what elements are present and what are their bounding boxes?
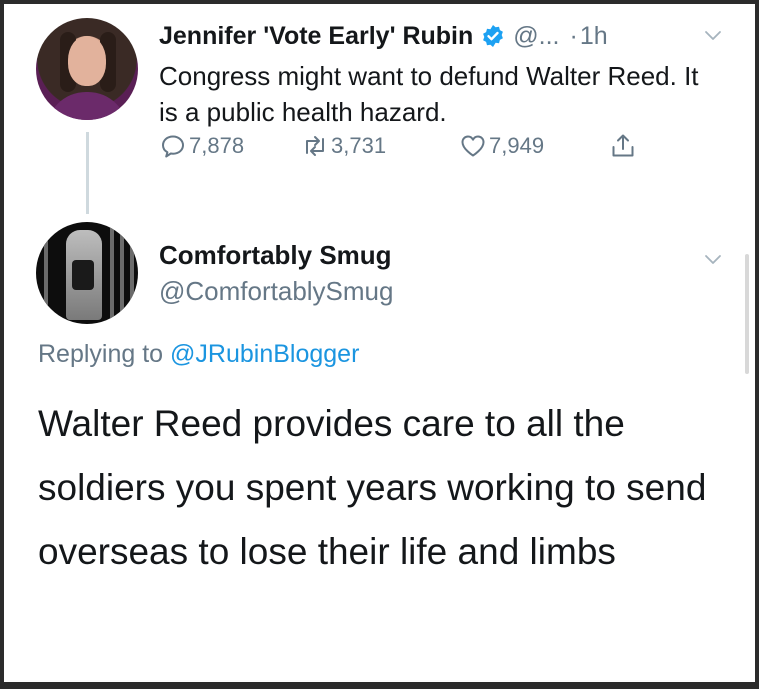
retweet-button[interactable]: 3,731: [301, 132, 386, 160]
tweet1-text: Congress might want to defund Walter Ree…: [159, 61, 699, 127]
avatar-background-stripe: [130, 222, 134, 324]
thread-connector-line: [86, 132, 89, 214]
reply-count: 7,878: [189, 133, 245, 158]
reply-icon: [162, 135, 184, 158]
retweet-icon: [306, 136, 324, 156]
comfortably-smug-avatar[interactable]: [36, 222, 138, 324]
separator-dot: ·: [569, 21, 578, 50]
tweet1-header: Jennifer 'Vote Early' Rubin @... · 1h: [159, 20, 608, 52]
tweet1-author-handle[interactable]: @...: [513, 22, 559, 51]
verified-badge-icon: [483, 25, 504, 47]
tweet2-text: Walter Reed provides care to all the sol…: [38, 403, 707, 572]
avatar-background-stripe: [120, 222, 124, 324]
jennifer-rubin-avatar[interactable]: [36, 18, 138, 120]
tweet1-author-name[interactable]: Jennifer 'Vote Early' Rubin: [159, 22, 473, 51]
retweet-count: 3,731: [331, 133, 387, 158]
avatar-background-stripe: [44, 222, 48, 324]
avatar-shirt: [46, 92, 128, 120]
replying-to-line: Replying to @JRubinBlogger: [38, 340, 359, 369]
reply-button[interactable]: 7,878: [159, 132, 244, 160]
share-button[interactable]: [609, 132, 639, 160]
like-button[interactable]: 7,949: [459, 132, 544, 160]
tweet-thread: Jennifer 'Vote Early' Rubin @... · 1h Co…: [4, 4, 755, 682]
tweet1-timestamp[interactable]: 1h: [580, 22, 608, 51]
tweet2-author-name[interactable]: Comfortably Smug: [159, 240, 392, 271]
scrollbar[interactable]: [745, 254, 749, 374]
chevron-down-icon[interactable]: [704, 250, 722, 268]
replying-to-mention-link[interactable]: @JRubinBlogger: [170, 340, 359, 368]
avatar-face: [68, 36, 106, 86]
share-icon: [612, 134, 634, 157]
like-count: 7,949: [489, 133, 545, 158]
heart-icon: [461, 135, 485, 157]
replying-to-label: Replying to: [38, 340, 171, 368]
avatar-background-stripe: [110, 222, 114, 324]
chevron-down-icon[interactable]: [704, 26, 722, 44]
avatar-phone: [72, 260, 94, 290]
tweet2-author-handle[interactable]: @ComfortablySmug: [159, 276, 393, 307]
